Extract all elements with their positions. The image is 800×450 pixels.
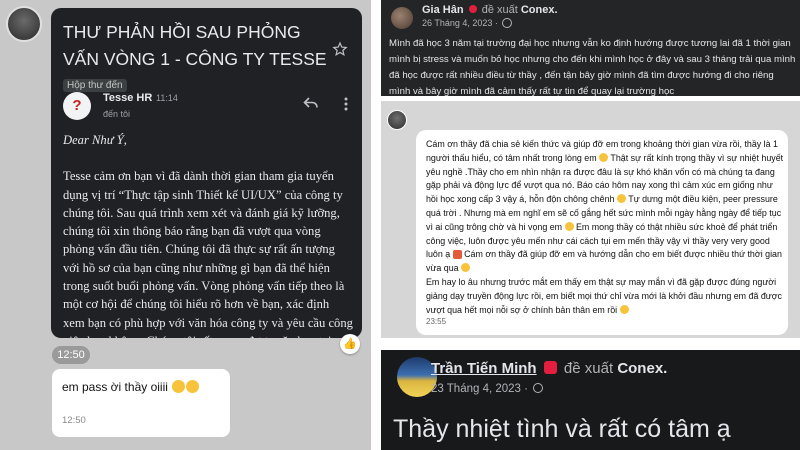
crying-emoji-icon: [172, 380, 186, 394]
reply-icon[interactable]: [303, 96, 319, 110]
gift-emoji-icon: [452, 249, 462, 259]
thumbs-up-icon[interactable]: 👍: [340, 334, 360, 354]
post-header: Gia Hân đề xuất Conex.: [422, 4, 558, 16]
recommend-verb: đề xuất: [481, 4, 518, 16]
thank-you-message: Cám ơn thầy đã chia sẻ kiến thức và giúp…: [381, 101, 800, 338]
chat-screenshot: THƯ PHẢN HỒI SAU PHỎNG VẤN VÒNG 1 - CÔNG…: [0, 0, 371, 450]
review-post-tran-tien-minh: Trần Tiến Minh đề xuất Conex. 23 Tháng 4…: [381, 350, 800, 450]
message-bubble: Cám ơn thầy đã chia sẻ kiến thức và giúp…: [416, 130, 788, 335]
send-time: 11:14: [156, 93, 178, 103]
email-subject: THƯ PHẢN HỒI SAU PHỎNG VẤN VÒNG 1 - CÔNG…: [63, 22, 327, 92]
emoji-icon: [461, 263, 471, 273]
chat-message-text: em pass ời thầy oiiii: [62, 380, 200, 394]
post-date[interactable]: 26 Tháng 4, 2023 ·: [422, 17, 513, 29]
emoji-icon: [616, 194, 626, 204]
globe-icon: [533, 382, 544, 393]
post-text: Mình đã học 3 năm tại trường đại học như…: [389, 38, 796, 96]
crying-emoji-icon: [186, 380, 200, 394]
email-card: THƯ PHẢN HỒI SAU PHỎNG VẤN VÒNG 1 - CÔNG…: [51, 8, 362, 338]
muscle-emoji-icon: [619, 304, 629, 314]
email-greeting: Dear Như Ý,: [63, 133, 127, 147]
recommend-icon: [543, 360, 557, 374]
recipient-line[interactable]: đến tôi: [103, 109, 130, 119]
more-vert-icon[interactable]: [343, 96, 349, 112]
author-name[interactable]: Gia Hân: [422, 4, 464, 16]
review-post-gia-han: Gia Hân đề xuất Conex. 26 Tháng 4, 2023 …: [381, 0, 800, 96]
post-header: Trần Tiến Minh đề xuất Conex.: [431, 360, 667, 377]
sender-avatar: ?: [63, 92, 91, 120]
page-name[interactable]: Conex.: [617, 360, 667, 377]
timestamp-pill: 12:50: [52, 346, 90, 364]
emoji-icon: [599, 152, 609, 162]
chat-message-time: 12:50: [62, 415, 86, 426]
author-name[interactable]: Trần Tiến Minh: [431, 360, 537, 377]
sender-avatar: [387, 110, 407, 130]
recommend-verb: đề xuất: [563, 360, 614, 377]
author-avatar[interactable]: [391, 7, 413, 29]
post-text: Thầy nhiệt tình và rất có tâm ạ: [393, 415, 731, 443]
inbox-label-chip[interactable]: Hộp thư đến: [63, 78, 127, 92]
emoji-icon: [564, 221, 574, 231]
message-text: Cám ơn thầy đã chia sẻ kiến thức và giúp…: [426, 139, 784, 315]
contact-avatar: [6, 6, 42, 42]
globe-icon: [502, 17, 513, 28]
post-date[interactable]: 23 Tháng 4, 2023 ·: [431, 382, 544, 395]
sender-name: Tesse HR: [103, 92, 153, 104]
chat-message-bubble: em pass ời thầy oiiii 12:50: [52, 369, 230, 437]
message-time: 23:55: [426, 317, 447, 326]
recommend-icon: [468, 5, 477, 14]
email-body-text: Tesse cảm ơn bạn vì đã dành thời gian th…: [63, 169, 353, 338]
star-icon[interactable]: [332, 41, 348, 57]
email-body: Dear Như Ý, Tesse cảm ơn bạn vì đã dành …: [63, 131, 353, 338]
page-name[interactable]: Conex.: [521, 4, 558, 16]
